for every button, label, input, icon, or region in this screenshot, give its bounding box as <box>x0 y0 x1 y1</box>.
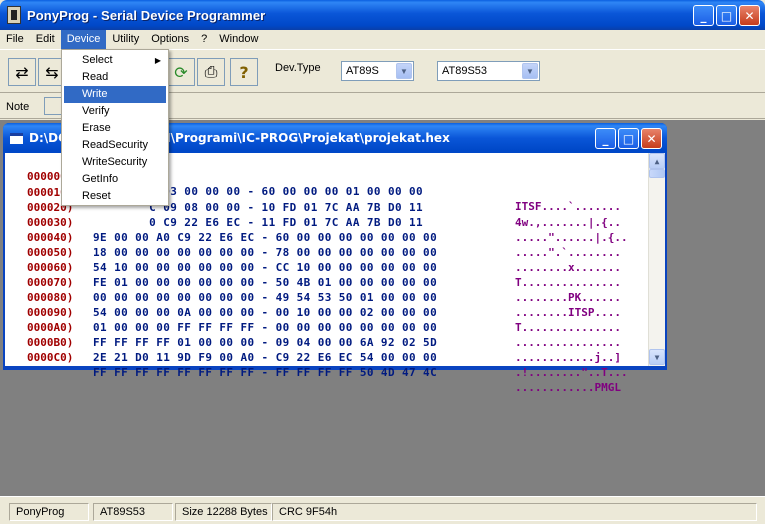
hex-bytes[interactable]: 2E 21 D0 11 9D F9 00 A0 - C9 22 E6 EC 54… <box>93 350 437 365</box>
menu-item-verify[interactable]: Verify <box>64 103 166 120</box>
device-family-select[interactable]: AT89S ▼ <box>341 61 414 81</box>
menu-file[interactable]: File <box>0 30 30 49</box>
hex-row: 000000) 6 03 00 00 00 - 60 00 00 00 01 0… <box>5 154 621 213</box>
menu-utility[interactable]: Utility <box>106 30 145 49</box>
scroll-down-icon[interactable]: ▼ <box>649 349 665 365</box>
menu-item-write[interactable]: Write <box>64 86 166 103</box>
menu-help[interactable]: ? <box>195 30 213 49</box>
hex-ascii[interactable]: ........x....... <box>515 260 621 275</box>
vertical-scrollbar[interactable]: ▲ ▼ <box>648 153 665 366</box>
hex-bytes[interactable]: FF FF FF FF FF FF FF FF - FF FF FF FF 50… <box>93 365 437 380</box>
menu-edit[interactable]: Edit <box>30 30 61 49</box>
submenu-arrow-icon: ▶ <box>154 56 161 65</box>
document-close-button[interactable]: ✕ <box>641 128 662 149</box>
status-crc: CRC 9F54h <box>272 503 757 521</box>
document-maximize-button[interactable]: □ <box>618 128 639 149</box>
hex-bytes[interactable]: FF FF FF FF 01 00 00 00 - 09 04 00 00 6A… <box>93 335 437 350</box>
menu-item-label: Select <box>82 54 113 66</box>
device-type-value: AT89S53 <box>442 65 488 77</box>
note-label: Note <box>6 101 30 113</box>
hex-ascii[interactable]: ITSF....`....... <box>515 199 621 214</box>
menu-item-writesecurity[interactable]: WriteSecurity <box>64 154 166 171</box>
hex-ascii[interactable]: .....".`........ <box>515 245 621 260</box>
device-menu-dropdown: Select ▶ Read Write Verify Erase ReadSec… <box>61 49 169 206</box>
document-icon[interactable] <box>10 132 23 144</box>
menu-device[interactable]: Device <box>60 30 107 49</box>
hex-ascii[interactable]: ................ <box>515 335 621 350</box>
hex-ascii[interactable]: ....."......|.{.. <box>515 230 628 245</box>
window-controls: _ □ ✕ <box>693 5 760 26</box>
hex-address: 0000C0) <box>27 351 74 364</box>
hex-ascii[interactable]: ............PMGL <box>515 380 621 395</box>
menu-window[interactable]: Window <box>213 30 264 49</box>
hex-bytes[interactable]: 18 00 00 00 00 00 00 00 - 78 00 00 00 00… <box>93 245 437 260</box>
hex-row: 000090) 01 00 00 00 FF FF FF FF - 00 00 … <box>5 290 621 349</box>
reload-icon[interactable]: ⟳ <box>167 58 195 86</box>
chevron-down-icon[interactable]: ▼ <box>396 63 412 79</box>
help-icon[interactable]: ? <box>230 58 258 86</box>
hex-ascii[interactable]: T............... <box>515 275 621 290</box>
menu-options[interactable]: Options <box>145 30 195 49</box>
print-icon[interactable]: ⎙ <box>197 58 225 86</box>
hex-bytes[interactable]: FE 01 00 00 00 00 00 00 - 50 4B 01 00 00… <box>93 275 437 290</box>
status-size: Size 12288 Bytes <box>175 503 272 521</box>
hex-ascii[interactable]: ........ITSP.... <box>515 305 621 320</box>
hex-row: 000060) FE 01 00 00 00 00 00 00 - 50 4B … <box>5 245 621 304</box>
chevron-down-icon[interactable]: ▼ <box>522 63 538 79</box>
scroll-up-icon[interactable]: ▲ <box>649 153 665 169</box>
scrollbar-thumb[interactable] <box>649 169 665 178</box>
menu-item-getinfo[interactable]: GetInfo <box>64 171 166 188</box>
hex-row: 000040) 18 00 00 00 00 00 00 00 - 78 00 … <box>5 215 621 274</box>
device-family-value: AT89S <box>346 65 379 77</box>
hex-ascii[interactable]: T............... <box>515 320 621 335</box>
close-button[interactable]: ✕ <box>739 5 760 26</box>
device-type-select[interactable]: AT89S53 ▼ <box>437 61 540 81</box>
hex-row: 0000B0) 2E 21 D0 11 9D F9 00 A0 - C9 22 … <box>5 320 628 379</box>
app-icon[interactable] <box>7 6 21 24</box>
hex-row: 000050) 54 10 00 00 00 00 00 00 - CC 10 … <box>5 230 621 289</box>
menu-item-readsecurity[interactable]: ReadSecurity <box>64 137 166 154</box>
window-title: PonyProg - Serial Device Programmer <box>27 7 266 23</box>
menu-item-read[interactable]: Read <box>64 69 166 86</box>
menu-bar: File Edit Device Utility Options ? Windo… <box>0 30 765 49</box>
hex-bytes[interactable]: 01 00 00 00 FF FF FF FF - 00 00 00 00 00… <box>93 320 437 335</box>
hex-row: 0000C0) FF FF FF FF FF FF FF FF - FF FF … <box>5 335 621 394</box>
hex-bytes[interactable]: 54 10 00 00 00 00 00 00 - CC 10 00 00 00… <box>93 260 437 275</box>
hex-bytes[interactable]: 54 00 00 00 0A 00 00 00 - 00 10 00 00 02… <box>93 305 437 320</box>
main-title-bar[interactable]: PonyProg - Serial Device Programmer _ □ … <box>0 0 765 30</box>
menu-item-reset[interactable]: Reset <box>64 188 166 205</box>
hex-row: 000070) 00 00 00 00 00 00 00 00 - 49 54 … <box>5 260 621 319</box>
hex-row: 000080) 54 00 00 00 0A 00 00 00 - 00 10 … <box>5 275 621 334</box>
hex-ascii[interactable]: .!........"..T... <box>515 365 628 380</box>
hex-row: 000030) 9E 00 00 A0 C9 22 E6 EC - 60 00 … <box>5 200 621 259</box>
status-bar: PonyProg AT89S53 Size 12288 Bytes CRC 9F… <box>0 496 765 524</box>
hex-ascii[interactable]: ............j..] <box>515 350 621 365</box>
hex-row: 000020) 0 C9 22 E6 EC - 11 FD 01 7C AA 7… <box>5 185 628 244</box>
open-file-icon[interactable]: ⇄ <box>8 58 36 86</box>
hex-bytes[interactable]: 9E 00 00 A0 C9 22 E6 EC - 60 00 00 00 00… <box>93 230 437 245</box>
minimize-button[interactable]: _ <box>693 5 714 26</box>
hex-row: 000010) C 09 08 00 00 - 10 FD 01 7C AA 7… <box>5 170 621 229</box>
hex-row: 0000A0) FF FF FF FF 01 00 00 00 - 09 04 … <box>5 305 621 364</box>
hex-ascii[interactable]: ........PK...... <box>515 290 621 305</box>
status-device: AT89S53 <box>93 503 173 521</box>
document-minimize-button[interactable]: _ <box>595 128 616 149</box>
menu-item-select[interactable]: Select ▶ <box>64 52 166 69</box>
hex-bytes[interactable]: 0 C9 22 E6 EC - 11 FD 01 7C AA 7B D0 11 <box>93 215 423 230</box>
hex-ascii[interactable]: 4w.,.......|.{.. <box>515 215 621 230</box>
menu-item-erase[interactable]: Erase <box>64 120 166 137</box>
status-app-name: PonyProg <box>9 503 89 521</box>
devtype-label: Dev.Type <box>275 62 321 74</box>
maximize-button[interactable]: □ <box>716 5 737 26</box>
document-window-controls: _ □ ✕ <box>595 128 662 149</box>
hex-bytes[interactable]: 00 00 00 00 00 00 00 00 - 49 54 53 50 01… <box>93 290 437 305</box>
